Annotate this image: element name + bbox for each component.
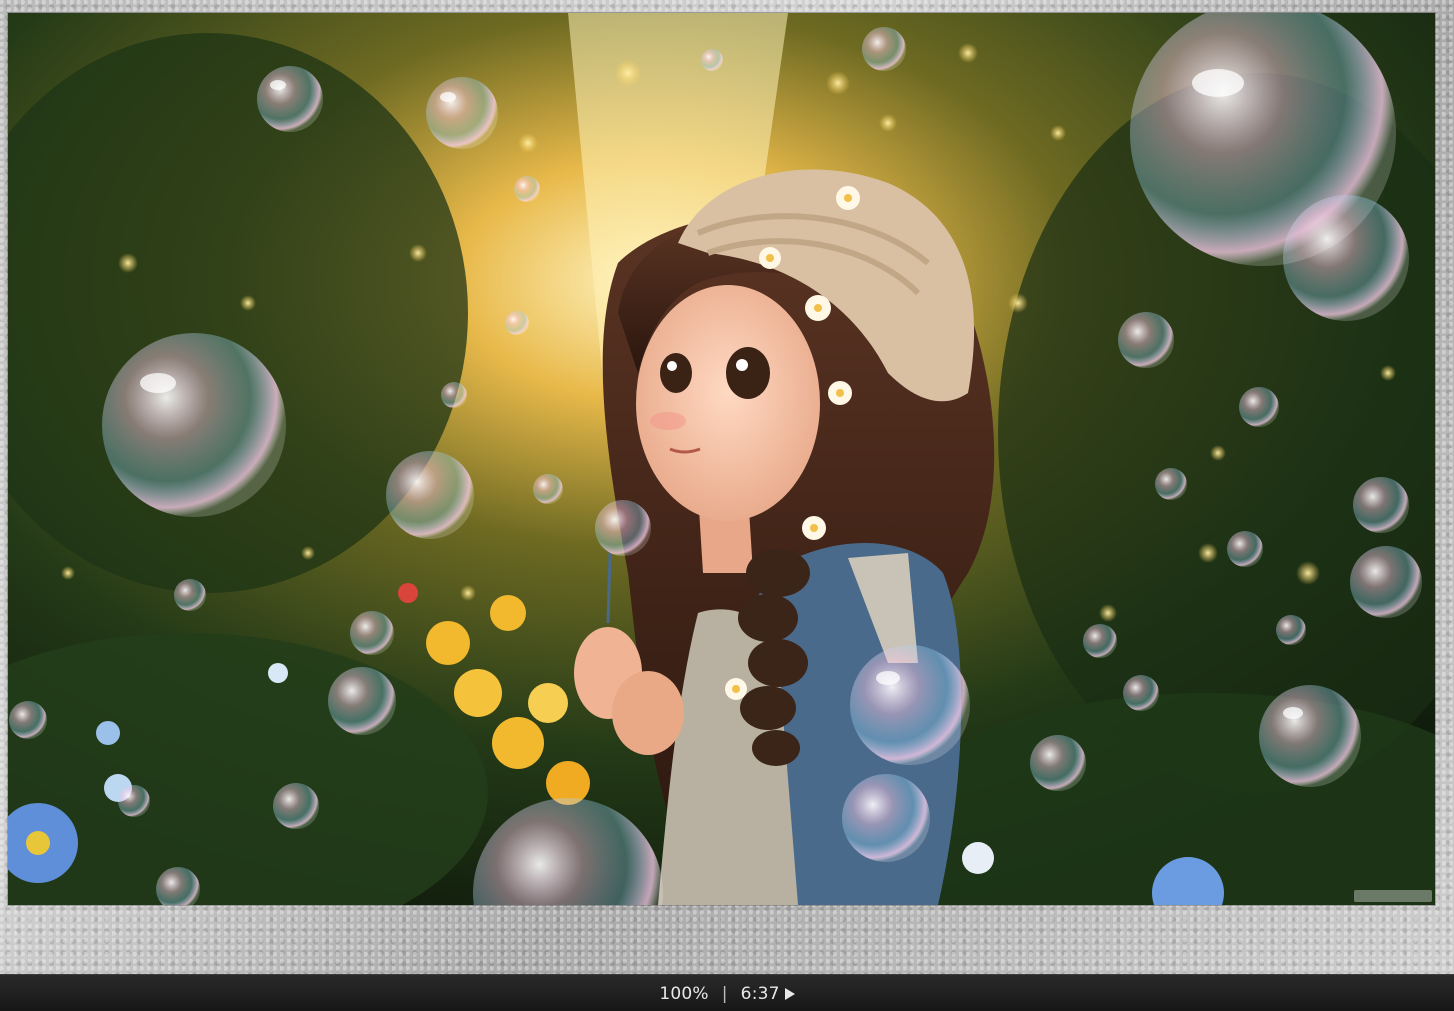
photo-artwork <box>8 13 1435 905</box>
status-bar: 100% | 6:37 <box>0 974 1454 1011</box>
play-icon[interactable] <box>784 987 795 1000</box>
slideshow-timer[interactable]: 6:37 <box>741 984 795 1004</box>
status-separator: | <box>721 983 728 1004</box>
zoom-level[interactable]: 100% <box>659 984 708 1004</box>
displayed-photo[interactable] <box>8 13 1435 905</box>
timer-text: 6:37 <box>740 983 780 1004</box>
image-viewer-window: 100% | 6:37 <box>0 0 1454 1011</box>
